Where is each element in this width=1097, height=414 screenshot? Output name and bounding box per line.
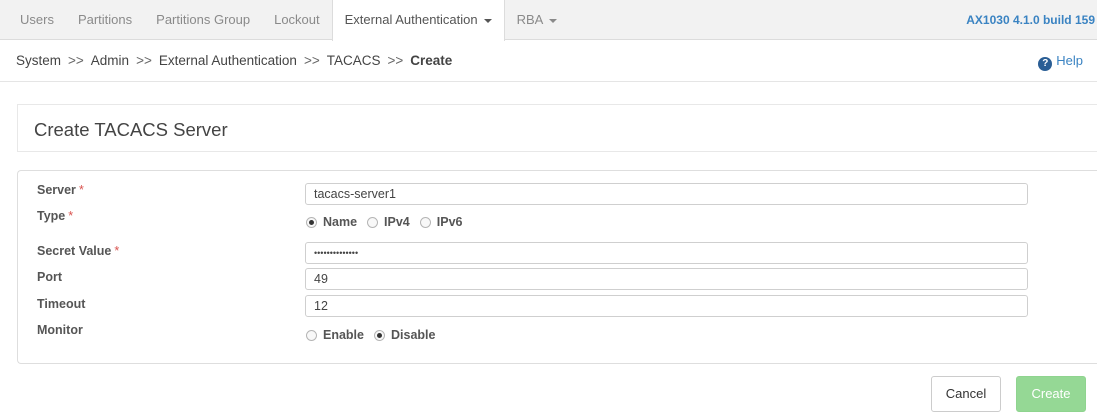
port-input[interactable] — [305, 268, 1028, 290]
breadcrumb-separator: >> — [387, 53, 404, 68]
radio-checked-icon[interactable] — [306, 216, 317, 228]
radio-unchecked-icon[interactable] — [306, 329, 317, 341]
version-label: AX1030 4.1.0 build 159 — [966, 13, 1095, 27]
breadcrumb-external-authentication[interactable]: External Authentication — [159, 53, 297, 68]
timeout-input[interactable] — [305, 295, 1028, 317]
type-label-text: Type — [37, 209, 66, 223]
breadcrumb-create: Create — [410, 53, 453, 68]
tab-external-authentication[interactable]: External Authentication — [331, 0, 505, 41]
tacacs-form: Server* Type* Name IPv4 IPv6 Secret Valu… — [17, 170, 1097, 364]
breadcrumb-admin[interactable]: Admin — [91, 53, 129, 68]
server-label-text: Server — [37, 183, 76, 197]
type-option-ipv4-label: IPv4 — [384, 215, 410, 229]
tab-partitions-group[interactable]: Partitions Group — [144, 0, 262, 40]
server-label: Server * — [37, 183, 84, 197]
breadcrumb-separator: >> — [303, 53, 320, 68]
tab-lockout[interactable]: Lockout — [262, 0, 332, 40]
radio-unchecked-icon[interactable] — [419, 216, 431, 228]
tab-external-authentication-label: External Authentication — [344, 12, 478, 27]
type-option-ipv4[interactable]: IPv4 — [367, 215, 410, 229]
monitor-option-disable[interactable]: Disable — [374, 328, 435, 342]
radio-checked-icon[interactable] — [374, 329, 385, 341]
secret-value-label: Secret Value * — [37, 244, 119, 258]
help-label: Help — [1056, 53, 1083, 68]
breadcrumb: System >> Admin >> External Authentication >>… — [16, 40, 452, 82]
help-link[interactable]: ? Help — [1038, 40, 1083, 82]
secret-value-input[interactable]: •••••••••••••• — [305, 242, 1028, 264]
title-panel: Create TACACS Server — [17, 104, 1097, 152]
timeout-label: Timeout — [37, 297, 86, 311]
type-option-ipv6-label: IPv6 — [436, 215, 463, 229]
tab-rba-label: RBA — [516, 12, 544, 27]
caret-down-icon — [483, 18, 492, 23]
type-option-ipv6[interactable]: IPv6 — [419, 215, 463, 229]
tab-users[interactable]: Users — [8, 0, 66, 40]
type-option-name-label: Name — [323, 215, 358, 229]
breadcrumb-separator: >> — [68, 53, 84, 68]
breadcrumb-separator: >> — [136, 53, 152, 68]
monitor-label: Monitor — [37, 323, 83, 337]
monitor-option-enable[interactable]: Enable — [306, 328, 364, 342]
monitor-radio-group: Enable Disable — [306, 328, 445, 342]
create-button[interactable]: Create — [1016, 376, 1086, 412]
breadcrumb-bar: System >> Admin >> External Authentication >>… — [0, 40, 1097, 82]
breadcrumb-system[interactable]: System — [16, 53, 61, 68]
radio-unchecked-icon[interactable] — [367, 216, 379, 228]
required-marker: * — [114, 244, 120, 258]
breadcrumb-tacacs[interactable]: TACACS — [327, 53, 381, 68]
top-nav-bar: Users Partitions Partitions Group Lockou… — [0, 0, 1097, 41]
type-radio-group: Name IPv4 IPv6 — [306, 215, 472, 229]
required-marker: * — [68, 209, 74, 223]
cancel-button[interactable]: Cancel — [931, 376, 1001, 412]
port-label: Port — [37, 270, 62, 284]
tab-partitions[interactable]: Partitions — [66, 0, 144, 40]
type-label: Type * — [37, 209, 73, 223]
page-title: Create TACACS Server — [34, 119, 228, 140]
nav-tabs: Users Partitions Partitions Group Lockou… — [8, 0, 570, 41]
monitor-option-disable-label: Disable — [391, 328, 436, 342]
secret-value-label-text: Secret Value — [37, 244, 112, 258]
question-circle-icon: ? — [1038, 57, 1053, 71]
tab-rba[interactable]: RBA — [505, 0, 570, 40]
required-marker: * — [78, 183, 84, 197]
monitor-option-enable-label: Enable — [323, 328, 364, 342]
caret-down-icon — [549, 18, 558, 23]
type-option-name[interactable]: Name — [306, 215, 357, 229]
server-input[interactable] — [305, 183, 1028, 205]
